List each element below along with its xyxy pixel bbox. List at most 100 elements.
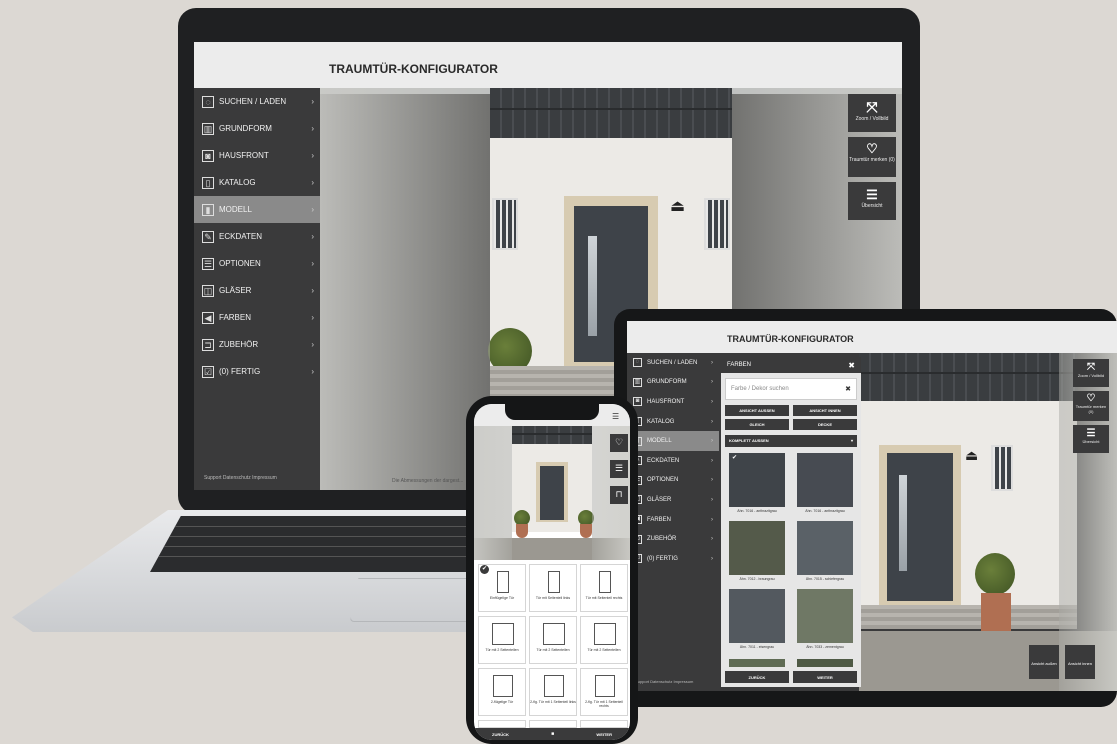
- swatch-color: [729, 521, 785, 575]
- next-button[interactable]: WEITER: [793, 671, 857, 683]
- color-swatch[interactable]: Ähn. 7015 - schiefergrau: [797, 521, 853, 585]
- model-tile[interactable]: [478, 720, 526, 728]
- list-icon[interactable]: ☰: [610, 460, 628, 478]
- sidebar-item-label: ECKDATEN: [647, 457, 680, 464]
- menu-icon[interactable]: ☰: [612, 412, 619, 421]
- chevron-right-icon: ›: [311, 367, 314, 376]
- model-tile[interactable]: [529, 720, 577, 728]
- color-swatch[interactable]: ✔ Ähn. 7016 - anthrazitgrau: [729, 453, 785, 517]
- favorite-button[interactable]: ♡ Traumtür merken (0): [848, 137, 896, 177]
- scope-dropdown[interactable]: KOMPLETT AUSSEN ▾: [725, 435, 857, 447]
- expand-icon: ⤧: [866, 99, 878, 115]
- door-icon[interactable]: ⊓: [610, 486, 628, 504]
- imprint-link[interactable]: Impressum: [252, 475, 277, 481]
- privacy-link[interactable]: Datenschutz: [650, 679, 672, 684]
- sidebar-item-0-fertig[interactable]: ☑(0) FERTIG›: [194, 358, 320, 385]
- sidebar-item-modell[interactable]: ▮MODELL›: [194, 196, 320, 223]
- sidebar-item-zubehör[interactable]: ⊐ZUBEHÖR›: [627, 529, 719, 549]
- sidebar-item-suchen-laden[interactable]: ◌ SUCHEN / LADEN ›: [627, 353, 719, 373]
- sidebar-item-optionen[interactable]: ☰OPTIONEN›: [627, 471, 719, 491]
- sidebar-item-modell[interactable]: ▮MODELL›: [627, 431, 719, 451]
- support-link[interactable]: Support: [204, 475, 222, 481]
- door-shape-icon: [548, 571, 560, 593]
- sidebar-item-gläser[interactable]: ◫GLÄSER›: [627, 490, 719, 510]
- tab-decke[interactable]: DECKE: [793, 419, 857, 430]
- tab-ansicht-aussen[interactable]: ANSICHT AUSSEN: [725, 405, 789, 416]
- stop-icon[interactable]: ■: [551, 731, 554, 737]
- favorite-button[interactable]: ♡ Traumtür merken (0): [1073, 391, 1109, 421]
- privacy-link[interactable]: Datenschutz: [223, 475, 251, 481]
- color-swatch[interactable]: Ähn. 7011 - eisengrau: [729, 589, 785, 653]
- sidebar-item-gläser[interactable]: ◫GLÄSER›: [194, 277, 320, 304]
- swatch-label: Ähn. 7033 - zementgrau: [806, 645, 844, 649]
- sidebar-item-eckdaten[interactable]: ✎ECKDATEN›: [194, 223, 320, 250]
- imprint-link[interactable]: Impressum: [674, 679, 694, 684]
- back-button[interactable]: ZURÜCK: [725, 671, 789, 683]
- clear-icon[interactable]: ✖: [845, 385, 851, 393]
- sidebar-item-label: FARBEN: [219, 313, 252, 322]
- swatch-color: [797, 521, 853, 575]
- overview-button[interactable]: ☰ Übersicht: [848, 182, 896, 220]
- color-swatch[interactable]: Ähn. 7012 - braungrau: [729, 521, 785, 585]
- sidebar-item-eckdaten[interactable]: ✎ECKDATEN›: [627, 451, 719, 471]
- sidebar-item-optionen[interactable]: ☰OPTIONEN›: [194, 250, 320, 277]
- book-icon: ▯: [202, 176, 214, 189]
- sidebar-item-farben[interactable]: ◀FARBEN›: [194, 304, 320, 331]
- model-tile[interactable]: Tür mit 2 Seitenteilen: [529, 616, 577, 664]
- sidebar-item-farben[interactable]: ◀FARBEN›: [627, 510, 719, 530]
- sidebar-item-hausfront[interactable]: ◙ HAUSFRONT ›: [627, 392, 719, 412]
- model-tile[interactable]: 2-flg. Tür mit 1 Seitenteil rechts: [580, 668, 628, 716]
- sidebar-item-katalog[interactable]: ▯KATALOG›: [627, 412, 719, 432]
- model-label: Tür mit 2 Seitenteilen: [485, 648, 519, 652]
- model-tile[interactable]: Tür mit Seitenteil links: [529, 564, 577, 612]
- chevron-down-icon: ▾: [850, 438, 853, 443]
- chevron-right-icon: ›: [711, 496, 713, 503]
- back-button[interactable]: ZURÜCK: [492, 732, 509, 737]
- sidebar-item-hausfront[interactable]: ◙ HAUSFRONT ›: [194, 142, 320, 169]
- overview-button[interactable]: ☰ Übersicht: [1073, 425, 1109, 453]
- door-grid-icon: ▥: [202, 122, 214, 135]
- model-tile[interactable]: [580, 720, 628, 728]
- sidebar-item-suchen-laden[interactable]: ◌ SUCHEN / LADEN ›: [194, 88, 320, 115]
- model-tile[interactable]: Tür mit 2 Seitenteilen: [478, 616, 526, 664]
- page-title: TRAUMTÜR-KONFIGURATOR: [194, 42, 902, 88]
- color-search-field[interactable]: Farbe / Dekor suchen ✖: [725, 378, 857, 400]
- sidebar-item-label: KATALOG: [647, 418, 675, 425]
- view-inside-button[interactable]: Ansicht innen: [1065, 645, 1095, 679]
- sidebar-item-label: GLÄSER: [647, 496, 672, 503]
- color-swatch[interactable]: Ähn. 7033 - zementgrau: [797, 589, 853, 653]
- model-tile[interactable]: Einflügelige Tür ✔: [478, 564, 526, 612]
- sidebar-item-grundform[interactable]: ▥ GRUNDFORM ›: [627, 373, 719, 393]
- tab-ansicht-innen[interactable]: ANSICHT INNEN: [793, 405, 857, 416]
- door-shape-icon: [594, 623, 616, 645]
- sidebar-item-label: ZUBEHÖR: [219, 340, 259, 349]
- sidebar-item-zubehör[interactable]: ⊐ZUBEHÖR›: [194, 331, 320, 358]
- zoom-button[interactable]: ⤧ Zoom / Vollbild: [1073, 359, 1109, 387]
- color-swatch[interactable]: Ähn. 7016 - anthrazitgrau: [797, 453, 853, 517]
- model-label: Tür mit 2 Seitenteilen: [536, 648, 570, 652]
- view-outside-button[interactable]: Ansicht außen: [1029, 645, 1059, 679]
- favorite-icon[interactable]: ♡: [610, 434, 628, 452]
- sidebar-item-label: MODELL: [219, 205, 252, 214]
- swatch-partial[interactable]: [797, 659, 853, 667]
- next-button[interactable]: WEITER: [596, 732, 612, 737]
- zoom-button[interactable]: ⤧ Zoom / Vollbild: [848, 94, 896, 132]
- chevron-right-icon: ›: [311, 124, 314, 133]
- chevron-right-icon: ›: [311, 205, 314, 214]
- sidebar-item-0-fertig[interactable]: ☑(0) FERTIG›: [627, 549, 719, 569]
- model-tile[interactable]: 2-flg. Tür mit 1 Seitenteil links: [529, 668, 577, 716]
- sidebar-item-grundform[interactable]: ▥ GRUNDFORM ›: [194, 115, 320, 142]
- sidebar-item-label: SUCHEN / LADEN: [647, 359, 698, 366]
- sidebar-footer: Support Datenschutz Impressum: [204, 475, 277, 481]
- swatch-partial[interactable]: [729, 659, 785, 667]
- swatch-color: ✔: [729, 453, 785, 507]
- model-tile[interactable]: Tür mit Seitenteil rechts: [580, 564, 628, 612]
- model-tile[interactable]: 2-flügelige Tür: [478, 668, 526, 716]
- close-icon[interactable]: ✖: [848, 361, 855, 370]
- sidebar-item-katalog[interactable]: ▯KATALOG›: [194, 169, 320, 196]
- model-tile[interactable]: Tür mit 2 Seitenteilen: [580, 616, 628, 664]
- chevron-right-icon: ›: [711, 359, 713, 366]
- chevron-right-icon: ›: [711, 536, 713, 543]
- tab-gleich[interactable]: GLEICH: [725, 419, 789, 430]
- search-placeholder: Farbe / Dekor suchen: [731, 386, 789, 392]
